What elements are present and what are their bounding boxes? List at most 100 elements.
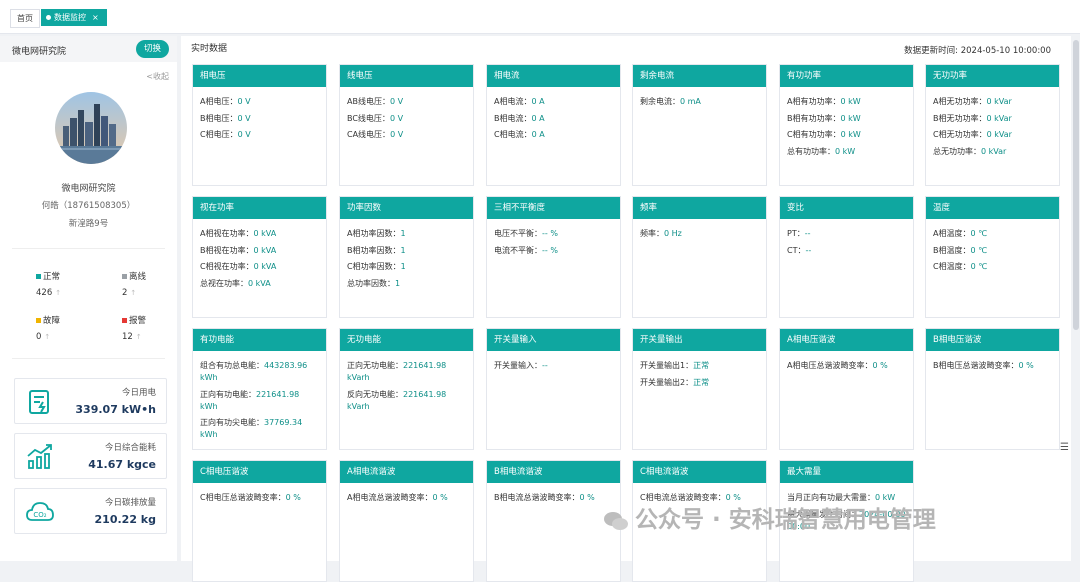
kpi-value: 210.22 kg	[94, 513, 156, 526]
row-value: 0 kVar	[986, 130, 1012, 139]
card-row: 开关量输入：--	[494, 360, 613, 372]
stat-value: 12	[122, 332, 133, 342]
stat-alarm[interactable]: 报警 12 ↑	[122, 314, 146, 342]
row-label: 频率：	[640, 229, 664, 238]
row-label: C相温度：	[933, 262, 971, 271]
card-row: AB线电压：0 V	[347, 96, 466, 108]
collapse-button[interactable]: <收起	[146, 71, 169, 82]
stat-offline[interactable]: 离线 2 ↑	[122, 270, 146, 298]
data-card: 开关量输出开关量输出1：正常 开关量输出2：正常	[632, 328, 767, 450]
svg-text:CO₂: CO₂	[33, 511, 46, 519]
card-title: 功率因数	[340, 197, 473, 219]
card-title: C相电压谐波	[193, 461, 326, 483]
card-title: 有功功率	[780, 65, 913, 87]
filter-icon[interactable]: ☰	[1060, 442, 1069, 453]
row-value: 0 %	[285, 493, 301, 502]
row-label: 反向无功电能：	[347, 389, 403, 399]
scrollbar[interactable]	[1073, 40, 1079, 330]
row-label: B相电流总谐波畸变率：	[494, 493, 580, 502]
stat-label: 正常	[43, 272, 61, 282]
data-card: 视在功率 A相视在功率：0 kVA B相视在功率：0 kVA C相视在功率：0 kVA…	[192, 196, 327, 318]
card-row: A相电流：0 A	[494, 96, 613, 108]
row-label: B相有功功率：	[787, 113, 841, 123]
card-row: C相电流：0 A	[494, 129, 613, 141]
stat-value: 0	[36, 332, 42, 342]
row-label: B相电压：	[200, 113, 238, 123]
card-row: 正向有功电能：221641.98 kWh	[200, 389, 319, 413]
row-label: C相有功功率：	[787, 130, 841, 139]
row-value: 0 A	[531, 130, 545, 139]
tab-home[interactable]: 首页	[10, 9, 40, 28]
card-row: PT：--	[787, 228, 906, 240]
row-label: A相无功功率：	[933, 97, 987, 106]
row-label: B相功率因数：	[347, 245, 401, 255]
card-title: A相电流谐波	[340, 461, 473, 483]
row-value: 1	[400, 245, 406, 255]
card-row: CT：--	[787, 245, 906, 257]
card-title: 三相不平衡度	[487, 197, 620, 219]
profile-contact: 何皓（18761508305）	[41, 201, 136, 211]
row-label: B相视在功率：	[200, 245, 254, 255]
card-row: B相视在功率：0 kVA	[200, 245, 319, 257]
card-row: 开关量输出1：正常	[640, 360, 759, 372]
stat-fault[interactable]: 故障 0 ↑	[36, 314, 60, 342]
card-row: 剩余电流：0 mA	[640, 96, 759, 108]
card-row: B相温度：0 ℃	[933, 245, 1052, 257]
row-value: 0 %	[579, 493, 595, 502]
avatar	[55, 92, 127, 164]
arrow-up-icon: ↑	[55, 289, 62, 297]
row-value: 0 %	[432, 493, 448, 502]
row-value: 0 kVA	[253, 245, 277, 255]
row-label: C相无功功率：	[933, 130, 987, 139]
card-row: C相无功功率：0 kVar	[933, 129, 1052, 141]
switch-button[interactable]: 切换	[135, 40, 169, 58]
card-title: B相电压谐波	[926, 329, 1059, 351]
status-square-icon	[36, 318, 41, 323]
data-card: 无功电能 正向无功电能：221641.98 kVarh 反向无功电能：221641.…	[339, 328, 474, 450]
row-value: -- %	[542, 245, 558, 255]
profile-address: 新湟路9号	[68, 219, 109, 229]
org-name: 微电网研究院	[12, 47, 67, 57]
card-title: 有功电能	[193, 329, 326, 351]
card-row: B相无功功率：0 kVar	[933, 113, 1052, 125]
data-card: 无功功率 A相无功功率：0 kVar B相无功功率：0 kVar C相无功功率：0 k…	[925, 64, 1060, 186]
card-row: 反向无功电能：221641.98 kVarh	[347, 389, 466, 413]
status-square-icon	[122, 274, 127, 279]
tab-bar: 首页 数据监控 ×	[0, 0, 1080, 34]
card-row: 开关量输出2：正常	[640, 377, 759, 389]
card-row: B相电流总谐波畸变率：0 %	[494, 492, 613, 504]
card-row: C相有功功率：0 kW	[787, 129, 906, 141]
stat-label: 离线	[129, 272, 147, 282]
card-title: 开关量输出	[633, 329, 766, 351]
card-row: C相电压总谐波畸变率：0 %	[200, 492, 319, 504]
card-row: 正向有功尖电能：37769.34 kWh	[200, 417, 319, 441]
stat-value: 426	[36, 288, 53, 298]
tab-data-monitor[interactable]: 数据监控 ×	[41, 9, 107, 26]
page-title: 实时数据	[191, 44, 228, 54]
data-card: C相电压谐波 C相电压总谐波畸变率：0 %	[192, 460, 327, 582]
kpi-label: 今日碳排放量	[104, 498, 156, 508]
close-icon[interactable]: ×	[92, 13, 99, 22]
card-row: A相温度：0 ℃	[933, 228, 1052, 240]
stat-normal[interactable]: 正常 426 ↑	[36, 270, 61, 298]
row-label: 电压不平衡：	[494, 229, 542, 238]
data-card: 剩余电流 剩余电流：0 mA	[632, 64, 767, 186]
row-label: 正向有功尖电能：	[200, 418, 264, 427]
row-value: 正常	[693, 361, 710, 370]
row-value: --	[542, 361, 548, 370]
sidebar-header: 微电网研究院 切换	[0, 36, 177, 62]
kpi-label: 今日综合能耗	[104, 443, 156, 453]
row-value: 0 kW	[835, 146, 856, 156]
card-row: 正向无功电能：221641.98 kVarh	[347, 360, 466, 384]
row-value: 0 A	[531, 97, 545, 106]
row-label: AB线电压：	[347, 97, 390, 106]
card-row: C相功率因数：1	[347, 261, 466, 273]
row-label: A相电流总谐波畸变率：	[347, 493, 433, 502]
kpi-today-electricity: 今日用电 339.07 kW•h	[14, 378, 167, 424]
card-title: 频率	[633, 197, 766, 219]
row-label: 正向有功电能：	[200, 389, 256, 399]
data-card: 有功功率 A相有功功率：0 kW B相有功功率：0 kW C相有功功率：0 kW 总有功…	[779, 64, 914, 186]
row-value: 0 kVA	[248, 278, 271, 288]
city-skyline-icon	[55, 92, 127, 164]
electricity-report-icon	[29, 390, 49, 414]
